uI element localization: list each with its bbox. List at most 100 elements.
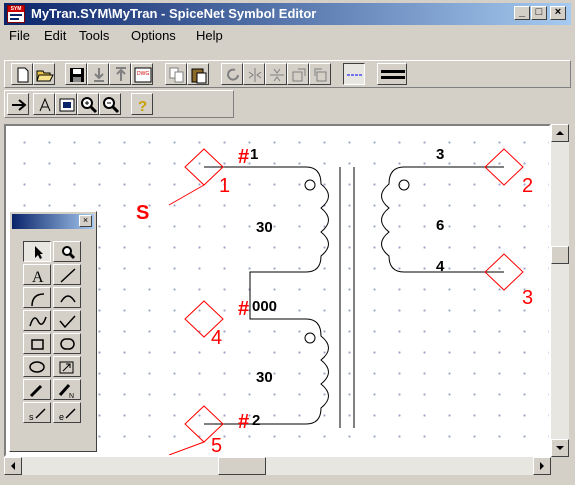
rectangle-icon [31,339,44,350]
flip-horizontal-button[interactable] [243,63,265,85]
start-tool[interactable]: s [23,402,51,423]
check-line-tool[interactable] [53,310,81,331]
scroll-left-button[interactable] [4,457,22,475]
end-tool-label: e [59,412,64,422]
ellipse-tool[interactable] [23,356,51,377]
pin-4-label: 000 [252,298,277,315]
app-icon: SYM [7,5,25,23]
scroll-right-button[interactable] [533,457,551,475]
vertical-scrollbar[interactable] [551,124,569,457]
pin-4-hash: # [238,298,249,320]
wave-tool[interactable] [23,310,51,331]
vertical-scroll-thumb[interactable] [551,246,569,264]
start-tool-label: s [29,412,34,422]
minimize-button[interactable]: _ [514,6,530,20]
open-icon [36,70,54,82]
export-button[interactable] [109,63,131,85]
arrow-up-icon [556,131,564,135]
scroll-down-button[interactable] [551,439,569,457]
line-end-tool[interactable] [23,379,51,400]
fill-button[interactable] [55,93,77,115]
line-end-icon [29,384,43,398]
main-toolbar: DWG [4,60,571,88]
window-title: MyTran.SYM\MyTran - SpiceNet Symbol Edit… [31,6,317,21]
arc-right-tool[interactable] [53,287,81,308]
drawing-tools-palette[interactable]: × A N s e [9,211,97,452]
pin-2-label: 3 [436,146,444,163]
rounded-rect-icon [60,338,75,350]
save-button[interactable] [65,63,87,85]
pin-2-number: 2 [522,175,533,197]
align-right-button[interactable] [309,63,331,85]
ellipse-icon [29,361,45,373]
menu-options[interactable]: Options [131,28,176,43]
zoom-in-button[interactable] [77,93,99,115]
new-button[interactable] [11,63,33,85]
fill-icon [59,98,75,112]
zoom-tool[interactable] [53,241,81,262]
rectangle-tool[interactable] [23,333,51,354]
turns-primary-bottom: 30 [256,369,273,386]
title-bar[interactable]: SYM MyTran.SYM\MyTran - SpiceNet Symbol … [4,3,571,25]
save-icon [70,68,84,82]
pin-5-label: 2 [252,412,260,429]
horizontal-scroll-thumb[interactable] [218,457,266,475]
maximize-button[interactable]: □ [531,6,547,20]
end-tool[interactable]: e [53,402,81,423]
new-icon [17,67,29,83]
menu-edit[interactable]: Edit [44,28,66,43]
flip-vertical-icon [270,68,284,82]
paste-button[interactable] [187,63,209,85]
import-icon [94,68,104,82]
import-button[interactable] [87,63,109,85]
arc-left-tool[interactable] [23,287,51,308]
align-right-icon [314,68,327,82]
arrow-down-icon [556,446,564,450]
line-style-button[interactable] [343,63,365,85]
align-button[interactable] [287,63,309,85]
app-icon-text: SYM [8,6,24,12]
text-style-button[interactable] [33,93,55,115]
copy-button[interactable] [165,63,187,85]
arc-left-icon [31,293,45,307]
text-tool[interactable]: A [23,264,51,285]
palette-title-bar[interactable]: × [12,214,94,229]
pin-4-number: 4 [211,327,222,349]
application-window: SYM MyTran.SYM\MyTran - SpiceNet Symbol … [0,0,575,485]
text-icon: A [32,269,44,284]
line-style-icon [347,74,363,76]
rotate-button[interactable] [221,63,243,85]
menu-tools[interactable]: Tools [79,28,109,43]
node-end-label: N [69,393,74,399]
paste-icon [191,68,207,84]
end-icon: e [59,408,76,422]
open-button[interactable] [33,63,55,85]
turns-primary-top: 30 [256,219,273,236]
pin-tool[interactable] [53,356,81,377]
close-button[interactable]: × [550,6,566,20]
flip-vertical-button[interactable] [265,63,287,85]
flip-horizontal-icon [248,68,262,82]
select-tool[interactable] [23,241,51,262]
horizontal-scrollbar[interactable] [4,457,551,475]
arrow-icon [12,99,27,111]
menu-file[interactable]: File [9,28,30,43]
line-thick-button[interactable] [377,63,407,85]
help-button[interactable]: ? [131,93,153,115]
select-arrow-icon [35,246,43,259]
zoom-out-button[interactable] [99,93,121,115]
menu-help[interactable]: Help [196,28,223,43]
line-tool[interactable] [53,264,81,285]
pin-icon [59,361,74,374]
scroll-up-button[interactable] [551,124,569,142]
dwg-button[interactable]: DWG [131,63,153,85]
rounded-rect-tool[interactable] [53,333,81,354]
arc-right-icon [60,295,76,303]
text-style-icon [39,97,51,112]
arrow-button[interactable] [7,93,29,115]
palette-close-button[interactable]: × [79,215,92,227]
pin-5-hash: # [238,411,249,433]
help-glyph: ? [138,98,147,114]
node-end-tool[interactable]: N [53,379,81,400]
arrow-left-icon [11,462,15,470]
